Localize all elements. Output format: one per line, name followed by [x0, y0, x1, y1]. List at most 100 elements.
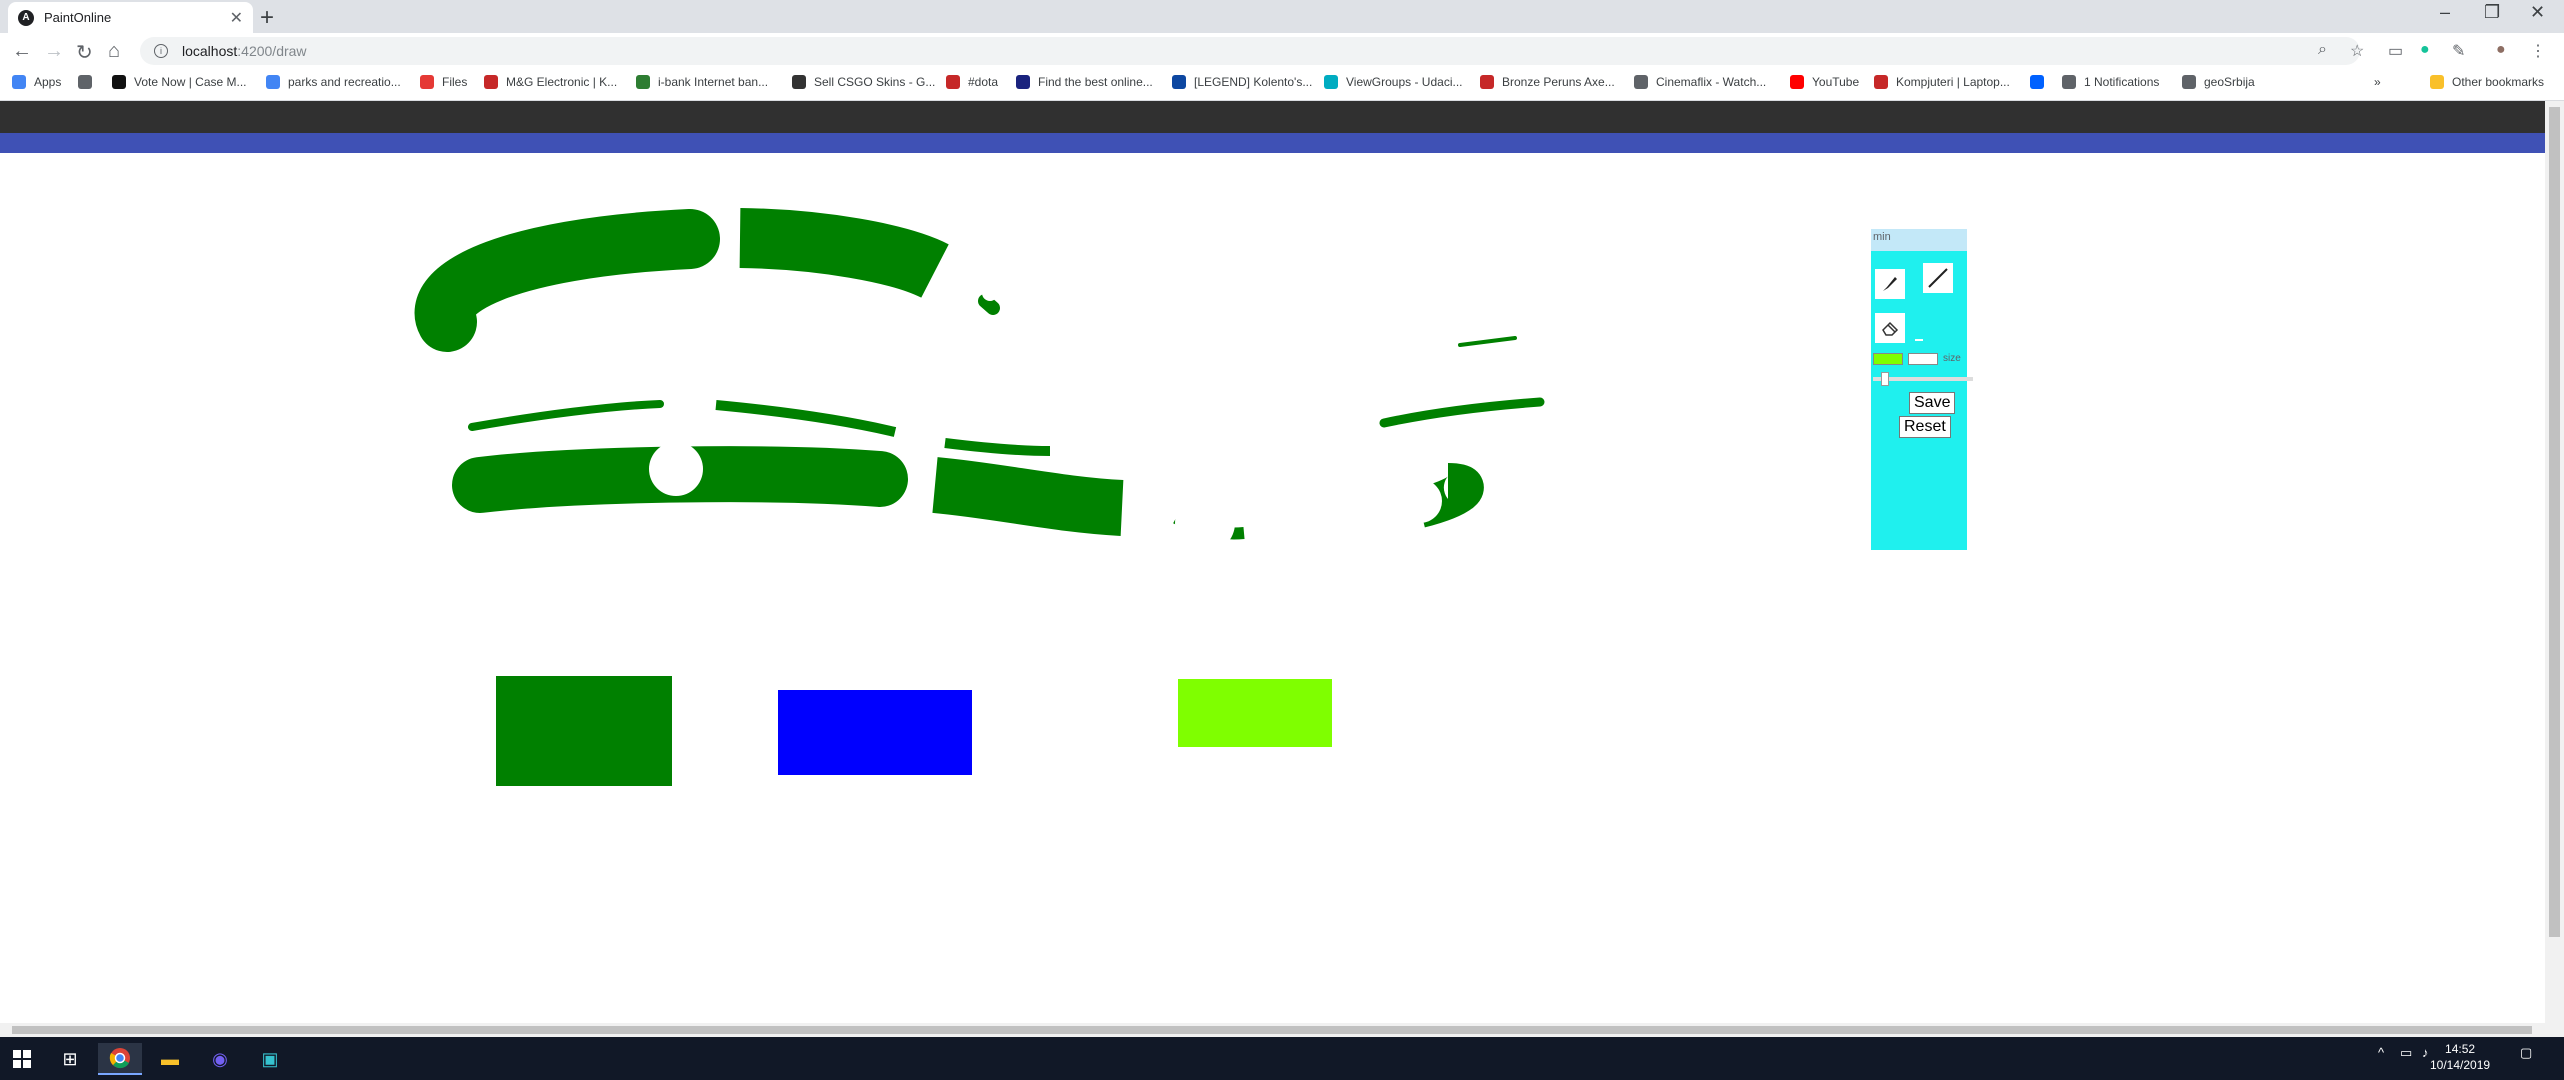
taskbar-clock[interactable]: 14:52 10/14/2019	[2430, 1041, 2490, 1073]
bookmark-item[interactable]: M&G Electronic | K...	[484, 75, 617, 89]
vertical-scrollbar[interactable]	[2545, 101, 2564, 1023]
bookmark-item[interactable]: 1 Notifications	[2062, 75, 2159, 89]
bookmark-item[interactable]: Find the best online...	[1016, 75, 1153, 89]
horizontal-scroll-thumb[interactable]	[12, 1026, 2532, 1034]
close-tab-icon[interactable]: ✕	[230, 8, 243, 28]
size-slider-thumb[interactable]	[1881, 372, 1889, 386]
bookmark-label: geoSrbija	[2204, 75, 2255, 89]
home-icon[interactable]: ⌂	[108, 40, 120, 63]
chrome-menu-icon[interactable]: ⋮	[2530, 41, 2546, 61]
brush-stroke	[414, 209, 720, 352]
reset-button[interactable]: Reset	[1899, 416, 1951, 438]
line-tool-button[interactable]	[1923, 263, 1953, 293]
bookmark-item[interactable]: Sell CSGO Skins - G...	[792, 75, 935, 89]
bookmark-label: i-bank Internet ban...	[658, 75, 769, 89]
eraser-icon	[1882, 321, 1899, 336]
url-path: :4200/draw	[237, 43, 307, 59]
app-nav-bar	[0, 133, 2545, 153]
site-icon	[946, 75, 960, 89]
bookmark-label: Vote Now | Case M...	[134, 75, 247, 89]
tray-chevron-icon[interactable]: ^	[2378, 1045, 2384, 1060]
bookmarks-bar: » Other bookmarks Apps Vote Now | Case M.…	[0, 69, 2564, 101]
brush-icon	[1883, 277, 1897, 291]
bookmark-item[interactable]: Files	[420, 75, 467, 89]
bookmark-label: 1 Notifications	[2084, 75, 2160, 89]
profile-avatar-icon[interactable]: ●	[2496, 41, 2506, 59]
globe-icon	[2062, 75, 2076, 89]
task-view-icon[interactable]: ⊞	[48, 1043, 92, 1075]
bookmark-item[interactable]	[2030, 75, 2052, 89]
eyedropper-extension-icon[interactable]: ✎	[2452, 41, 2465, 61]
notifications-icon[interactable]: ▢	[2520, 1045, 2532, 1061]
brush-tool-button[interactable]	[1875, 269, 1905, 299]
chrome-taskbar-icon[interactable]	[98, 1043, 142, 1075]
tab-title: PaintOnline	[44, 10, 112, 25]
brush-stroke	[932, 457, 1124, 536]
bookmark-item[interactable]: ViewGroups - Udaci...	[1324, 75, 1463, 89]
reload-icon[interactable]: ↻	[76, 40, 93, 65]
site-info-icon[interactable]: i	[154, 44, 168, 58]
blue-rectangle	[778, 690, 972, 775]
back-icon[interactable]: ←	[12, 40, 32, 63]
close-window-icon[interactable]: ✕	[2530, 2, 2545, 23]
chrome-logo-icon	[109, 1048, 130, 1069]
extension-cast-icon[interactable]: ▭	[2388, 41, 2403, 61]
brush-stroke	[468, 400, 664, 431]
eraser-mark	[1175, 493, 1235, 553]
browser-tab[interactable]: A PaintOnline ✕	[8, 2, 253, 33]
eraser-mark	[649, 442, 703, 496]
site-icon	[1172, 75, 1186, 89]
bookmarks-more-icon[interactable]: »	[2374, 75, 2381, 89]
brush-stroke	[739, 208, 949, 299]
forward-icon[interactable]: →	[44, 40, 64, 63]
bookmark-item[interactable]: parks and recreatio...	[266, 75, 401, 89]
bookmark-item[interactable]: Apps	[12, 75, 61, 89]
minimize-window-icon[interactable]: –	[2440, 2, 2450, 23]
bookmark-item[interactable]: geoSrbija	[2182, 75, 2255, 89]
tab-strip: A PaintOnline ✕ + – ❐ ✕	[0, 0, 2564, 33]
drawing-canvas[interactable]	[0, 153, 2545, 1023]
network-icon[interactable]: ▭	[2400, 1045, 2412, 1061]
bookmark-item[interactable]: Kompjuteri | Laptop...	[1874, 75, 2010, 89]
lime-rectangle	[1178, 679, 1332, 747]
youtube-icon	[1790, 75, 1804, 89]
bookmark-item[interactable]: Cinemaflix - Watch...	[1634, 75, 1766, 89]
restore-window-icon[interactable]: ❐	[2484, 2, 2500, 23]
files-icon	[420, 75, 434, 89]
bookmark-star-icon[interactable]: ☆	[2350, 41, 2364, 61]
screen: A PaintOnline ✕ + – ❐ ✕ ← → ↻ ⌂ i localh…	[0, 0, 2564, 1080]
brush-stroke	[715, 400, 897, 437]
horizontal-scrollbar[interactable]	[0, 1023, 2564, 1037]
bookmark-item[interactable]	[78, 75, 100, 89]
size-slider[interactable]	[1873, 372, 1973, 386]
grammarly-icon[interactable]: ●	[2420, 41, 2430, 59]
bookmark-item[interactable]: Bronze Peruns Axe...	[1480, 75, 1615, 89]
vertical-scroll-thumb[interactable]	[2549, 107, 2560, 937]
bank-icon	[636, 75, 650, 89]
stroke-color-swatch[interactable]	[1873, 353, 1903, 365]
bookmark-item[interactable]: #dota	[946, 75, 998, 89]
eraser-tool-button[interactable]	[1875, 313, 1905, 343]
clock-time: 14:52	[2445, 1042, 2476, 1056]
windows-start-icon[interactable]	[0, 1043, 44, 1075]
rectangle-tool-button[interactable]	[1915, 339, 1923, 341]
webstorm-icon[interactable]: ▣	[248, 1043, 292, 1075]
bookmark-item[interactable]: YouTube	[1790, 75, 1859, 89]
other-bookmarks[interactable]: Other bookmarks	[2430, 75, 2544, 89]
bookmark-item[interactable]: i-bank Internet ban...	[636, 75, 768, 89]
zoom-icon[interactable]: ⌕	[2318, 41, 2327, 59]
line-icon	[1928, 268, 1948, 288]
minimize-panel-button[interactable]: min	[1871, 229, 1967, 251]
bookmark-label: Kompjuteri | Laptop...	[1896, 75, 2010, 89]
volume-icon[interactable]: ♪	[2422, 1045, 2429, 1060]
save-button[interactable]: Save	[1909, 392, 1956, 414]
bookmark-item[interactable]: Vote Now | Case M...	[112, 75, 247, 89]
address-bar[interactable]: i localhost:4200/draw	[140, 37, 2360, 65]
file-explorer-icon[interactable]: ▬	[148, 1043, 192, 1075]
fill-color-swatch[interactable]	[1908, 353, 1938, 365]
new-tab-button[interactable]: +	[260, 4, 274, 32]
viber-icon[interactable]: ◉	[198, 1043, 242, 1075]
bookmark-item[interactable]: [LEGEND] Kolento's...	[1172, 75, 1312, 89]
globe-icon	[78, 75, 92, 89]
kp-icon	[1874, 75, 1888, 89]
